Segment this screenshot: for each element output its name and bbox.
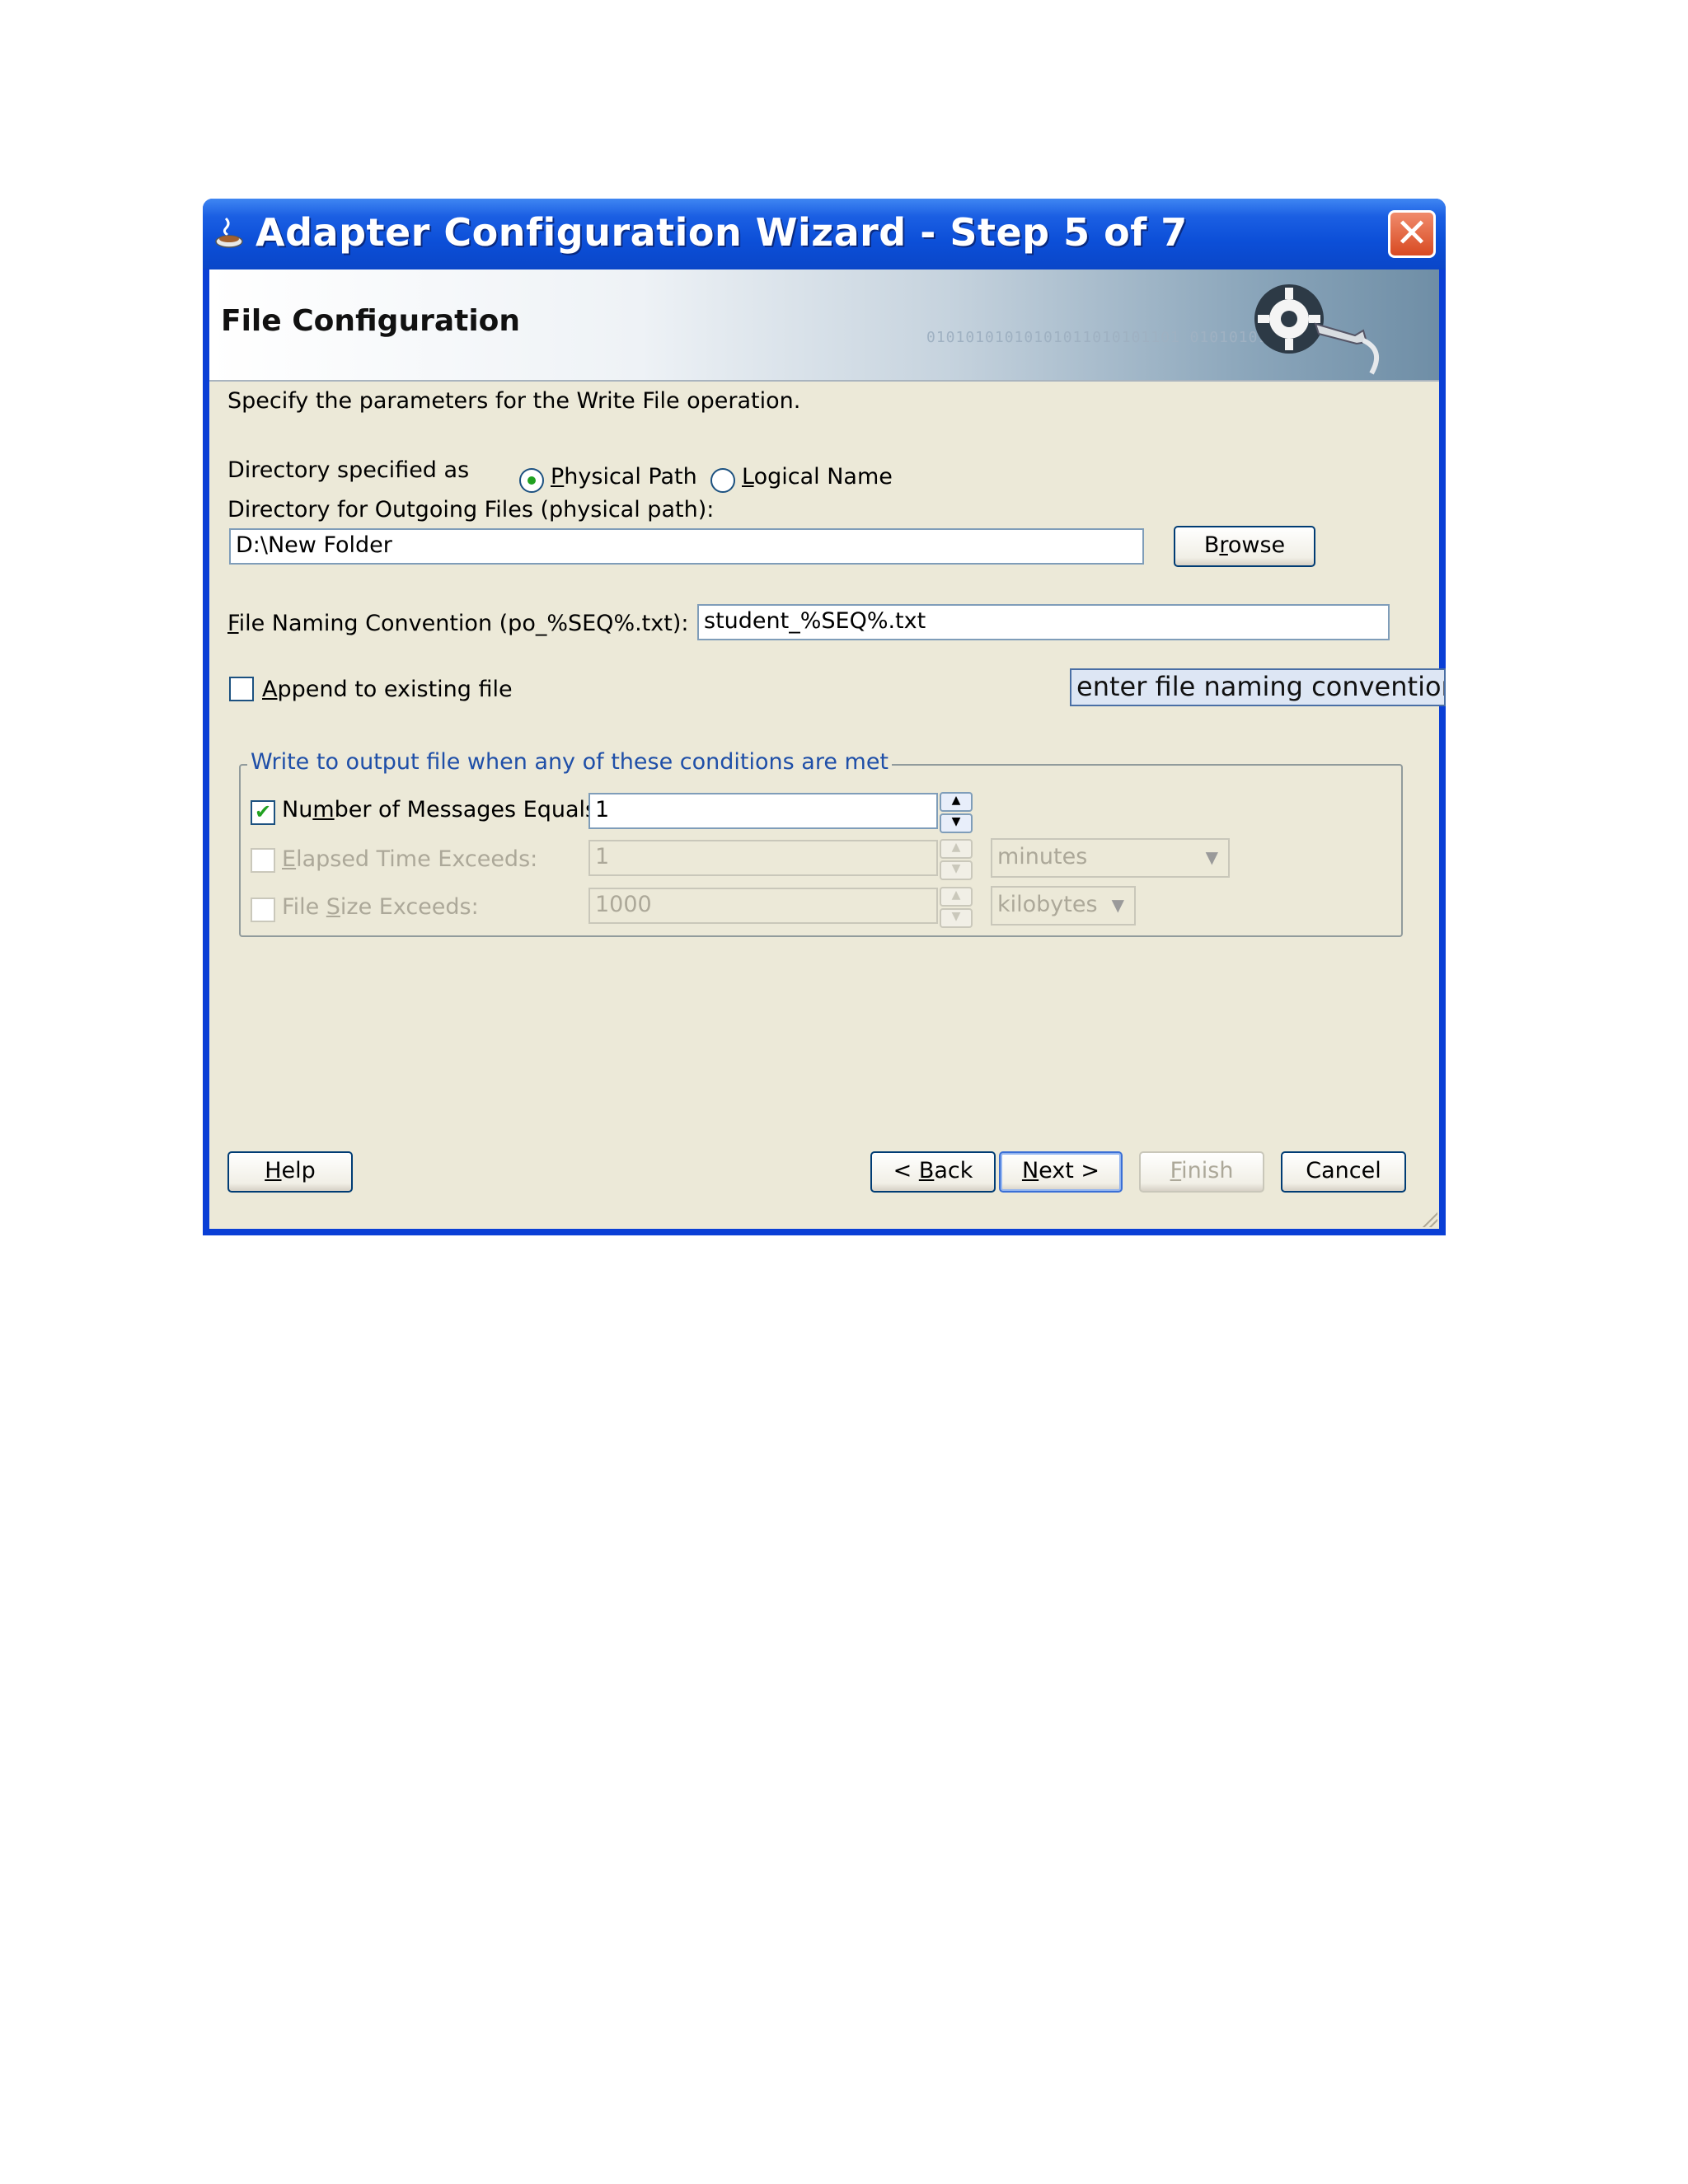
elapsed-unit-select: minutes ▼ bbox=[991, 838, 1230, 878]
instructions-text: Specify the parameters for the Write Fil… bbox=[227, 388, 801, 414]
append-checkbox[interactable] bbox=[229, 677, 254, 701]
directory-label: Directory for Outgoing Files (physical p… bbox=[227, 497, 715, 523]
spin-down-icon[interactable]: ▼ bbox=[940, 813, 973, 833]
close-button[interactable]: ✕ bbox=[1388, 210, 1436, 258]
messages-spinner[interactable]: ▲ ▼ bbox=[940, 792, 973, 833]
logical-name-label[interactable]: Logical Name bbox=[742, 464, 893, 490]
page-title: File Configuration bbox=[221, 304, 521, 338]
header-banner: File Configuration 010101010101010110101… bbox=[209, 269, 1439, 382]
messages-checkbox[interactable]: ✔ bbox=[251, 800, 275, 825]
cancel-button[interactable]: Cancel bbox=[1281, 1151, 1406, 1193]
elapsed-label: Elapsed Time Exceeds: bbox=[282, 846, 538, 872]
logical-name-radio[interactable] bbox=[710, 468, 735, 493]
dialog-body: File Configuration 010101010101010110101… bbox=[209, 269, 1446, 1229]
elapsed-input: 1 bbox=[588, 840, 938, 876]
elapsed-spinner: ▲ ▼ bbox=[940, 839, 973, 880]
chevron-down-icon: ▼ bbox=[1205, 847, 1218, 867]
back-button[interactable]: < Back bbox=[870, 1151, 996, 1193]
help-button[interactable]: Help bbox=[227, 1151, 353, 1193]
elapsed-checkbox[interactable] bbox=[251, 848, 275, 873]
conditions-group-title: Write to output file when any of these c… bbox=[247, 749, 893, 775]
wizard-window: Adapter Configuration Wizard - Step 5 of… bbox=[203, 199, 1446, 1235]
spin-down-icon: ▼ bbox=[940, 860, 973, 880]
finish-button: Finish bbox=[1139, 1151, 1264, 1193]
naming-tooltip: enter file naming convention l bbox=[1070, 668, 1446, 706]
size-unit-select: kilobytes ▼ bbox=[991, 886, 1136, 926]
size-input: 1000 bbox=[588, 888, 938, 924]
spin-down-icon: ▼ bbox=[940, 908, 973, 928]
size-label: File Size Exceeds: bbox=[282, 894, 479, 920]
size-spinner: ▲ ▼ bbox=[940, 887, 973, 928]
spin-up-icon: ▲ bbox=[940, 887, 973, 907]
resize-grip-icon[interactable] bbox=[1421, 1211, 1437, 1227]
gear-plug-icon bbox=[1254, 284, 1380, 375]
naming-convention-input[interactable]: student_%SEQ%.txt bbox=[697, 604, 1390, 640]
radio-selected-dot bbox=[528, 476, 536, 485]
directory-input[interactable]: D:\New Folder bbox=[229, 528, 1144, 565]
physical-path-label[interactable]: Physical Path bbox=[551, 464, 697, 490]
spin-up-icon: ▲ bbox=[940, 839, 973, 859]
spin-up-icon[interactable]: ▲ bbox=[940, 792, 973, 812]
directory-specified-label: Directory specified as bbox=[227, 457, 470, 483]
append-label[interactable]: Append to existing file bbox=[262, 677, 513, 702]
next-button[interactable]: Next > bbox=[999, 1151, 1123, 1193]
naming-convention-label: File Naming Convention (po_%SEQ%.txt): bbox=[227, 611, 689, 636]
browse-button[interactable]: Browse bbox=[1174, 526, 1315, 567]
size-checkbox[interactable] bbox=[251, 898, 275, 922]
messages-input[interactable]: 1 bbox=[588, 793, 938, 829]
coffee-cup-icon bbox=[215, 217, 243, 248]
messages-label[interactable]: Number of Messages Equals: bbox=[282, 797, 604, 823]
title-bar[interactable]: Adapter Configuration Wizard - Step 5 of… bbox=[203, 199, 1446, 269]
physical-path-radio[interactable] bbox=[519, 468, 544, 493]
window-title: Adapter Configuration Wizard - Step 5 of… bbox=[256, 210, 1188, 255]
chevron-down-icon: ▼ bbox=[1111, 895, 1124, 915]
